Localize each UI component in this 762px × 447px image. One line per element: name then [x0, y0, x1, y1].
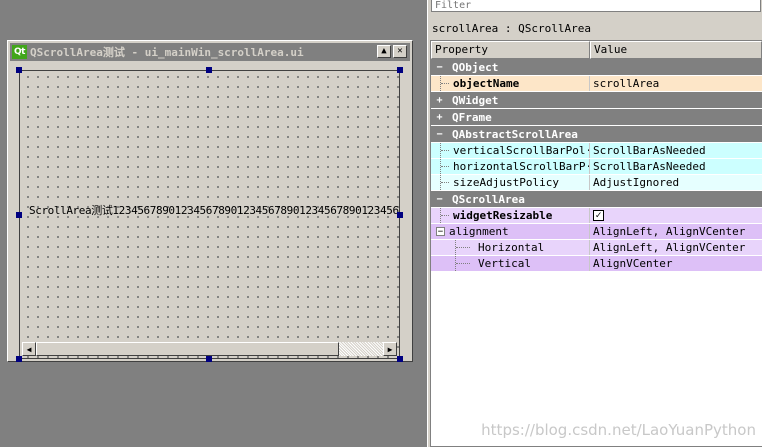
qt-logo-icon: Qt [12, 45, 27, 59]
property-name: Horizontal [478, 241, 545, 254]
property-row-alignment-vertical[interactable]: Vertical AlignVCenter [431, 256, 762, 272]
tree-branch-line [440, 159, 451, 174]
selection-handle-top-right[interactable] [397, 67, 403, 73]
property-name: sizeAdjustPolicy [453, 176, 559, 189]
category-qframe[interactable]: + QFrame [431, 109, 762, 126]
tree-branch-line [440, 143, 451, 158]
form-title-bar[interactable]: Qt QScrollArea测试 - ui_mainWin_scrollArea… [10, 43, 410, 61]
selection-handle-left[interactable] [16, 212, 22, 218]
tree-branch-line [440, 208, 451, 223]
form-canvas-grid[interactable]: ScrollArea测试1234567890123456789012345678… [16, 67, 403, 362]
selection-handle-top-left[interactable] [16, 67, 22, 73]
property-value[interactable]: ScrollBarAsNeeded [590, 143, 762, 158]
widget-resizable-checkbox[interactable]: ✓ [593, 210, 604, 221]
property-value[interactable]: AdjustIgnored [590, 175, 762, 190]
scroll-area-label: ScrollArea测试1234567890123456789012345678… [29, 204, 399, 217]
property-tree-header: Property Value [431, 41, 762, 59]
tree-branch-line [440, 76, 451, 91]
category-qscrollarea[interactable]: − QScrollArea [431, 191, 762, 208]
property-name: verticalScrollBarPol··· [453, 144, 589, 157]
category-name: QFrame [452, 110, 492, 124]
scroll-area-widget[interactable]: ScrollArea测试1234567890123456789012345678… [19, 70, 400, 359]
collapse-icon[interactable]: − [436, 227, 445, 237]
tree-branch-line [455, 256, 476, 271]
form-window-title: QScrollArea测试 - ui_mainWin_scrollArea.ui [30, 46, 304, 59]
close-button[interactable]: ✕ [393, 45, 407, 58]
collapse-icon[interactable]: − [435, 194, 444, 205]
column-header-value[interactable]: Value [590, 41, 762, 59]
scrollbar-thumb[interactable] [36, 342, 339, 356]
collapse-icon[interactable]: − [435, 129, 444, 140]
property-editor-panel: scrollArea : QScrollArea Property Value … [427, 0, 762, 447]
maximize-button[interactable]: ▲ [377, 45, 391, 58]
property-row-alignment-horizontal[interactable]: Horizontal AlignLeft, AlignVCenter [431, 240, 762, 256]
collapse-icon[interactable]: − [435, 62, 444, 73]
property-name: objectName [453, 77, 520, 90]
category-qabstractscrollarea[interactable]: − QAbstractScrollArea [431, 126, 762, 143]
close-icon: ✕ [397, 46, 403, 56]
scroll-left-button[interactable]: ◀ [22, 342, 36, 356]
expand-icon[interactable]: + [435, 95, 444, 106]
property-tree[interactable]: Property Value − QObject objectName scro… [430, 40, 762, 447]
expand-icon[interactable]: + [435, 112, 444, 123]
category-name: QWidget [452, 93, 499, 107]
selected-object-label: scrollArea : QScrollArea [432, 22, 591, 35]
maximize-icon: ▲ [381, 46, 387, 56]
column-header-property[interactable]: Property [431, 41, 590, 59]
property-row-sizeadjustpolicy[interactable]: sizeAdjustPolicy AdjustIgnored [431, 175, 762, 191]
selection-handle-bottom-right[interactable] [397, 356, 403, 362]
property-row-alignment[interactable]: − alignment AlignLeft, AlignVCenter [431, 224, 762, 240]
selection-handle-bottom-left[interactable] [16, 356, 22, 362]
form-window[interactable]: Qt QScrollArea测试 - ui_mainWin_scrollArea… [7, 40, 413, 362]
selection-handle-bottom[interactable] [206, 356, 212, 362]
property-value[interactable]: AlignLeft, AlignVCenter [590, 224, 762, 239]
property-value[interactable]: AlignLeft, AlignVCenter [590, 240, 762, 255]
form-designer-area: Qt QScrollArea测试 - ui_mainWin_scrollArea… [0, 0, 420, 447]
property-row-verticalscrollbarpolicy[interactable]: verticalScrollBarPol··· ScrollBarAsNeede… [431, 143, 762, 159]
property-name: Vertical [478, 257, 531, 270]
watermark-text: https://blog.csdn.net/LaoYuanPython [481, 421, 756, 439]
property-name: alignment [449, 225, 509, 238]
category-name: QScrollArea [452, 192, 525, 206]
horizontal-scrollbar[interactable]: ◀ ▶ [22, 342, 397, 356]
property-row-objectname[interactable]: objectName scrollArea [431, 76, 762, 92]
category-qwidget[interactable]: + QWidget [431, 92, 762, 109]
property-name: widgetResizable [453, 209, 553, 222]
category-name: QObject [452, 60, 499, 74]
tree-branch-line [440, 175, 451, 190]
arrow-left-icon: ◀ [26, 344, 32, 354]
property-row-horizontalscrollbarpolicy[interactable]: horizontalScrollBarP··· ScrollBarAsNeede… [431, 159, 762, 175]
filter-input[interactable] [431, 0, 761, 12]
property-row-widgetresizable[interactable]: widgetResizable ✓ [431, 208, 762, 224]
category-name: QAbstractScrollArea [452, 127, 578, 141]
tree-branch-line [455, 240, 476, 255]
property-name: horizontalScrollBarP··· [453, 160, 589, 173]
property-value[interactable]: AlignVCenter [590, 256, 762, 271]
arrow-right-icon: ▶ [387, 344, 393, 354]
property-value[interactable]: scrollArea [590, 76, 762, 91]
selection-handle-right[interactable] [397, 212, 403, 218]
property-value[interactable]: ScrollBarAsNeeded [590, 159, 762, 174]
selection-handle-top[interactable] [206, 67, 212, 73]
scroll-right-button[interactable]: ▶ [383, 342, 397, 356]
category-qobject[interactable]: − QObject [431, 59, 762, 76]
